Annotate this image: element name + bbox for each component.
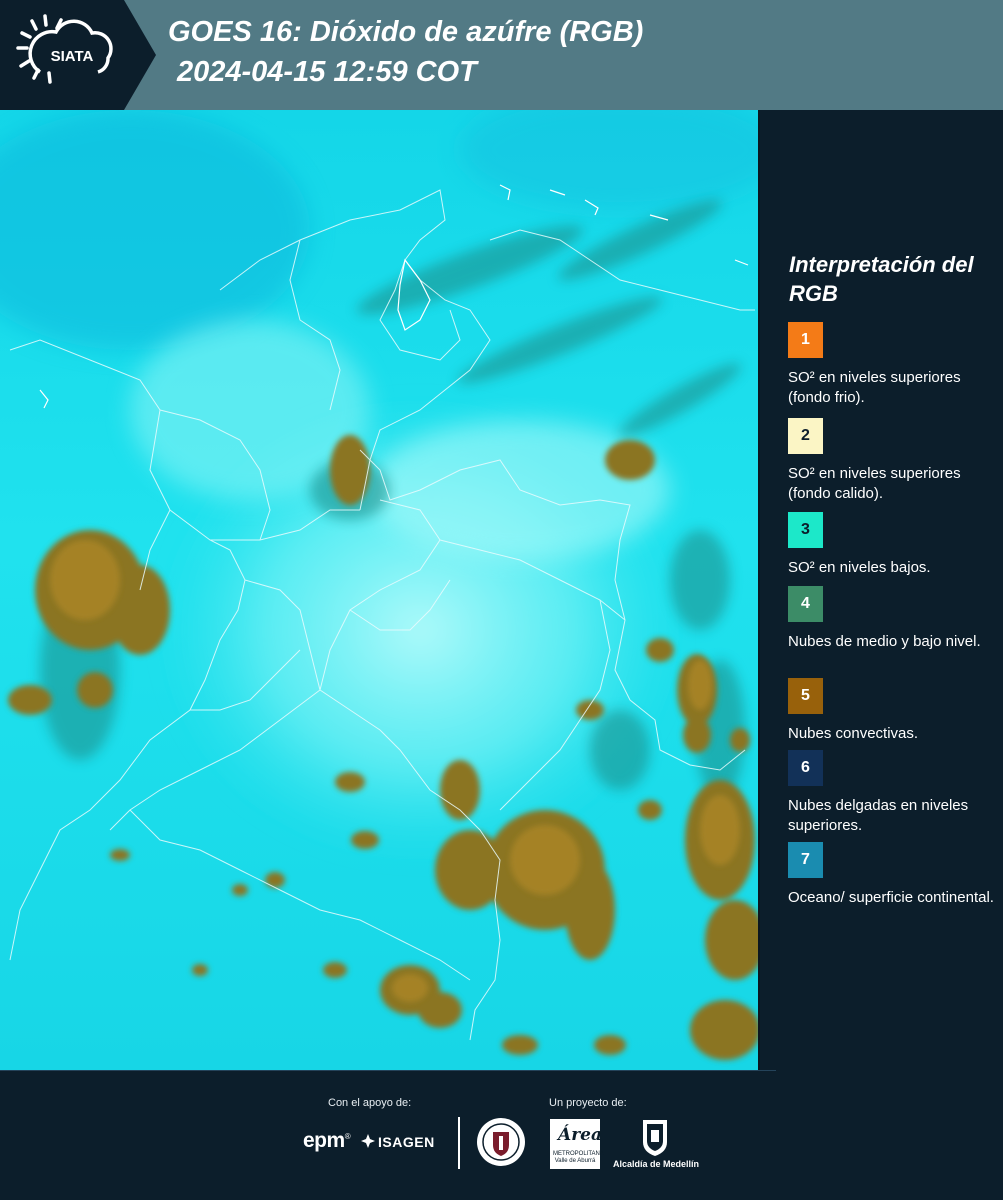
logo-divider [458, 1117, 460, 1169]
legend-label: Nubes delgadas en niveles superiores. [788, 797, 969, 834]
page-title: GOES 16: Dióxido de azúfre (RGB) [168, 16, 644, 48]
legend-swatch: 1 [788, 322, 823, 358]
isagen-logo: ISAGEN [378, 1134, 435, 1150]
legend-item-3: 3 SO² en niveles bajos. [788, 512, 998, 578]
legend-item-2: 2 SO² en niveles superiores (fondo calid… [788, 418, 998, 504]
university-seal-icon [477, 1118, 525, 1166]
footer: Con el apoyo de: Un proyecto de: epm® IS… [0, 1070, 1003, 1200]
legend-item-7: 7 Oceano/ superficie continental. [788, 842, 998, 908]
legend-item-6: 6 Nubes delgadas en niveles superiores. [788, 750, 998, 836]
satellite-image [0, 110, 758, 1070]
support-label: Con el apoyo de: [328, 1097, 412, 1109]
legend-swatch: 6 [788, 750, 823, 786]
legend-label: Nubes de medio y bajo nivel. [788, 633, 981, 650]
isagen-icon [361, 1134, 375, 1148]
footer-divider-line [0, 1070, 776, 1071]
epm-logo: epm® [303, 1129, 351, 1152]
project-label: Un proyecto de: [549, 1097, 627, 1109]
area-metropolitana-logo: Área METROPOLITANA Valle de Aburrá [550, 1119, 604, 1169]
header-bar: SIATA GOES 16: Dióxido de azúfre (RGB) 2… [0, 0, 1003, 110]
area-logo-subtext: METROPOLITANA Valle de Aburrá [553, 1151, 604, 1164]
timestamp: 2024-04-15 12:59 COT [177, 56, 477, 88]
legend-item-4: 4 Nubes de medio y bajo nivel. [788, 586, 998, 652]
siata-logo-text: SIATA [51, 48, 94, 65]
legend-item-1: 1 SO² en niveles superiores (fondo frio)… [788, 322, 998, 408]
alcaldia-logo-text: Alcaldía de Medellín [613, 1159, 700, 1169]
legend-swatch: 2 [788, 418, 823, 454]
legend-label: Oceano/ superficie continental. [788, 889, 994, 906]
legend-label: Nubes convectivas. [788, 725, 919, 742]
legend-swatch: 7 [788, 842, 823, 878]
legend-swatch: 3 [788, 512, 823, 548]
area-logo-text: Área [558, 1125, 602, 1145]
legend-label: SO² en niveles bajos. [788, 559, 931, 576]
legend-swatch: 4 [788, 586, 823, 622]
siata-logo: SIATA [0, 0, 156, 110]
legend-title: Interpretación del RGB [789, 252, 974, 306]
alcaldia-shield-icon [643, 1120, 667, 1156]
legend-label: SO² en niveles superiores (fondo calido)… [788, 465, 961, 502]
legend-item-5: 5 Nubes convectivas. [788, 678, 998, 744]
epm-logo-text: epm [303, 1129, 345, 1152]
legend-panel: Interpretación del RGB 1 SO² en niveles … [760, 110, 1003, 1070]
legend-swatch: 5 [788, 678, 823, 714]
legend-label: SO² en niveles superiores (fondo frio). [788, 369, 961, 406]
